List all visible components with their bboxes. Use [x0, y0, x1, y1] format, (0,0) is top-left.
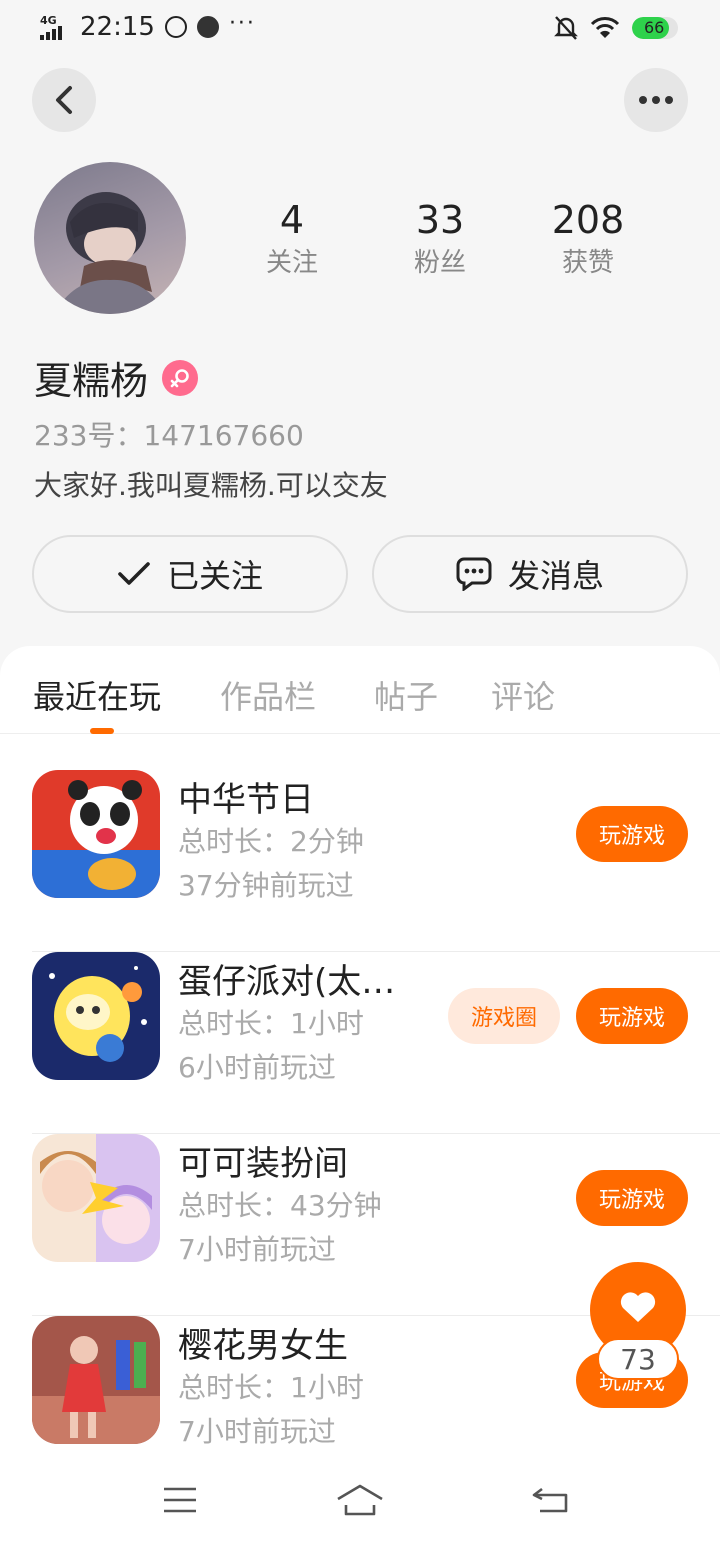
game-total-duration: 总时长：2分钟: [178, 825, 364, 858]
user-id: 233号：147167660: [34, 414, 304, 454]
battery-level: 66: [644, 18, 665, 37]
return-icon: [532, 1487, 568, 1513]
cellular-signal-icon: 4G: [40, 14, 70, 40]
content-panel: 最近在玩 作品栏 帖子 评论 中华节日 总时长：2分钟 37分钟前玩过 玩游戏: [0, 646, 720, 1544]
game-last-played: 37分钟前玩过: [178, 869, 354, 902]
system-navigation-bar: [0, 1460, 720, 1544]
more-icon: [639, 96, 673, 104]
tab-recently-played[interactable]: 最近在玩: [33, 672, 161, 718]
game-name: 可可装扮间: [178, 1144, 348, 1184]
user-id-value: 147167660: [143, 419, 304, 452]
like-count: 73: [597, 1338, 679, 1380]
game-name: 中华节日: [178, 780, 314, 820]
chat-bubble-icon: [456, 557, 492, 591]
more-notifications-icon: ···: [228, 10, 256, 36]
game-name: 蛋仔派对(太…: [178, 962, 396, 1002]
female-gender-icon: [162, 359, 199, 396]
fans-count: 33: [415, 198, 465, 242]
tab-comments[interactable]: 评论: [491, 672, 555, 718]
bio: 大家好.我叫夏糯杨.可以交友: [34, 469, 388, 502]
play-game-button[interactable]: 玩游戏: [576, 988, 688, 1044]
game-icon[interactable]: [32, 1316, 160, 1444]
wifi-icon: [590, 17, 620, 38]
menu-button[interactable]: [156, 1480, 204, 1520]
home-button[interactable]: [336, 1480, 384, 1520]
username-row: 夏糯杨: [34, 350, 199, 405]
send-message-button[interactable]: 发消息: [372, 535, 688, 613]
home-icon: [337, 1484, 383, 1516]
following-label: 关注: [265, 248, 318, 278]
game-circle-button[interactable]: 游戏圈: [448, 988, 560, 1044]
heart-icon: [620, 1292, 656, 1322]
battery-icon: 66: [632, 17, 678, 39]
more-button[interactable]: [624, 68, 688, 132]
stat-fans[interactable]: 33 粉丝: [380, 196, 500, 282]
tab-posts[interactable]: 帖子: [374, 672, 438, 718]
return-button[interactable]: [526, 1480, 574, 1520]
app-notification-icon: [164, 16, 187, 38]
likes-count: 208: [551, 198, 625, 242]
avatar-illustration: [54, 192, 166, 314]
game-last-played: 7小时前玩过: [178, 1415, 336, 1448]
menu-icon: [164, 1487, 196, 1513]
send-message-label: 发消息: [507, 557, 604, 595]
following-count: 4: [279, 198, 305, 242]
fans-label: 粉丝: [413, 248, 466, 278]
game-total-duration: 总时长：43分钟: [178, 1189, 382, 1222]
tab-works[interactable]: 作品栏: [220, 672, 316, 718]
game-icon[interactable]: [32, 1134, 160, 1262]
tab-bar: 最近在玩 作品栏 帖子 评论: [0, 646, 720, 734]
audio-notification-icon: [196, 16, 219, 38]
game-name: 樱花男女生: [178, 1326, 348, 1366]
status-bar: 4G 22:15 ··· 66: [0, 0, 720, 56]
game-icon[interactable]: [32, 770, 160, 898]
game-last-played: 7小时前玩过: [178, 1233, 336, 1266]
back-button[interactable]: [32, 68, 96, 132]
play-game-button[interactable]: 玩游戏: [576, 806, 688, 862]
play-game-button[interactable]: 玩游戏: [576, 1170, 688, 1226]
back-icon: [56, 86, 72, 114]
game-total-duration: 总时长：1小时: [178, 1007, 364, 1040]
username: 夏糯杨: [34, 359, 149, 403]
game-list-item[interactable]: 中华节日 总时长：2分钟 37分钟前玩过 玩游戏: [32, 770, 720, 952]
game-last-played: 6小时前玩过: [178, 1051, 336, 1084]
user-id-label: 233号：: [34, 419, 144, 452]
game-icon[interactable]: [32, 952, 160, 1080]
active-tab-indicator: [90, 728, 114, 734]
bell-muted-icon: [554, 16, 578, 40]
game-list-item[interactable]: 蛋仔派对(太… 总时长：1小时 6小时前玩过 游戏圈 玩游戏: [32, 952, 720, 1134]
likes-label: 获赞: [561, 248, 614, 278]
stat-following[interactable]: 4 关注: [232, 196, 352, 282]
game-total-duration: 总时长：1小时: [178, 1371, 364, 1404]
clock: 22:15: [80, 12, 155, 42]
stat-likes[interactable]: 208 获赞: [528, 196, 648, 282]
following-button-label: 已关注: [166, 557, 263, 595]
avatar[interactable]: [34, 162, 186, 314]
check-icon: [118, 562, 150, 585]
following-button[interactable]: 已关注: [32, 535, 348, 613]
